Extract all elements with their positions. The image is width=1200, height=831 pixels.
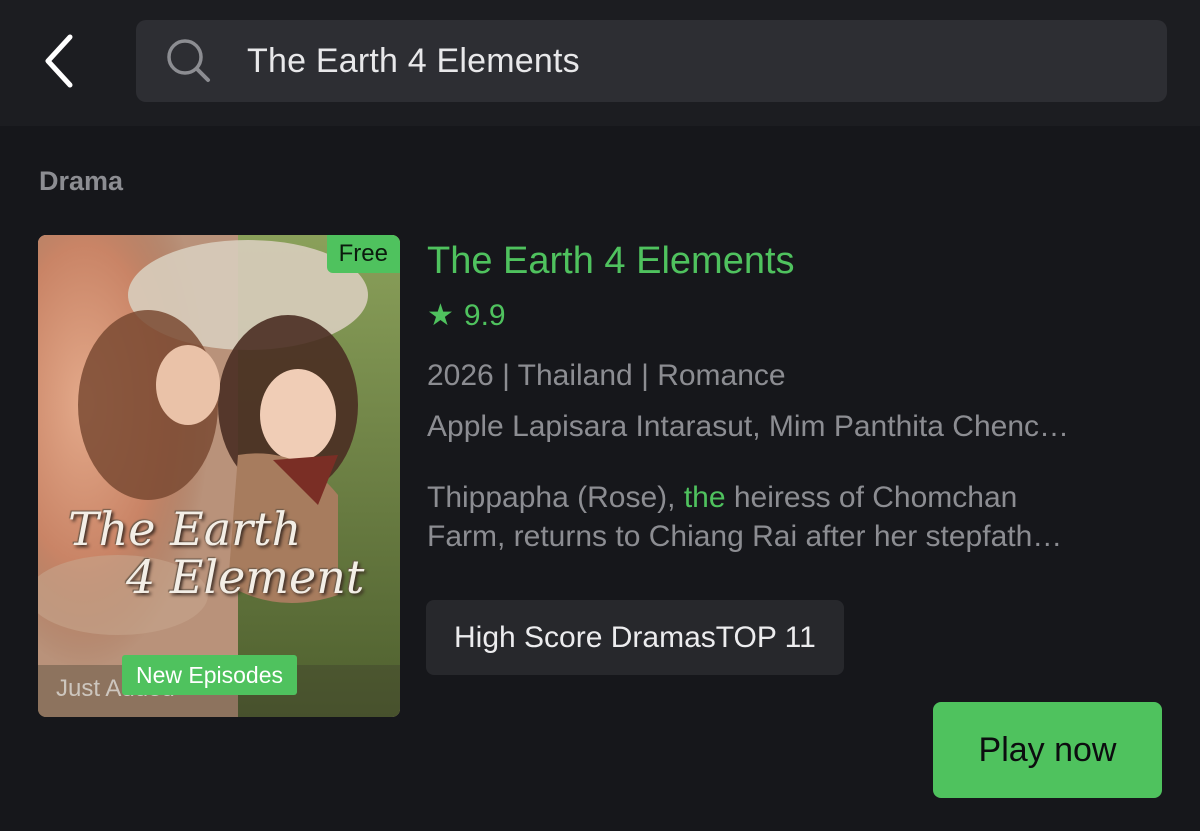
star-icon: ★ (427, 299, 454, 332)
search-input[interactable]: The Earth 4 Elements (136, 20, 1167, 102)
description-line-2: Farm, returns to Chiang Rai after her st… (427, 520, 1063, 553)
search-icon (167, 39, 210, 82)
poster-artwork (38, 235, 400, 717)
free-badge: Free (326, 235, 400, 273)
description-line-1: Thippapha (Rose), the heiress of Chomcha… (427, 481, 1018, 514)
result-cast: Apple Lapisara Intarasut, Mim Panthita C… (427, 410, 1069, 443)
ranking-tag[interactable]: High Score DramasTOP 11 (426, 600, 844, 675)
poster-title-line2: 4 Element (126, 550, 365, 605)
description-highlight: the (683, 481, 726, 514)
top-bar: The Earth 4 Elements (0, 0, 1200, 126)
result-poster[interactable]: Free The Earth 4 Element Just Added New … (38, 235, 400, 717)
section-title: Drama (39, 166, 124, 196)
rating-value: 9.9 (463, 298, 506, 332)
poster-title-art: The Earth 4 Element (68, 505, 388, 602)
poster-title-line1: The Earth (68, 502, 302, 556)
back-button[interactable] (30, 25, 90, 97)
search-query[interactable]: The Earth 4 Elements (247, 20, 580, 102)
new-episodes-badge: New Episodes (122, 655, 298, 695)
rating: ★ 9.9 (427, 298, 506, 333)
chevron-left-icon (45, 34, 73, 88)
result-title[interactable]: The Earth 4 Elements (427, 240, 795, 283)
result-description: Thippapha (Rose), the heiress of Chomcha… (427, 478, 1167, 556)
result-meta: 2026 | Thailand | Romance (427, 359, 786, 392)
play-now-button[interactable]: Play now (933, 702, 1162, 798)
